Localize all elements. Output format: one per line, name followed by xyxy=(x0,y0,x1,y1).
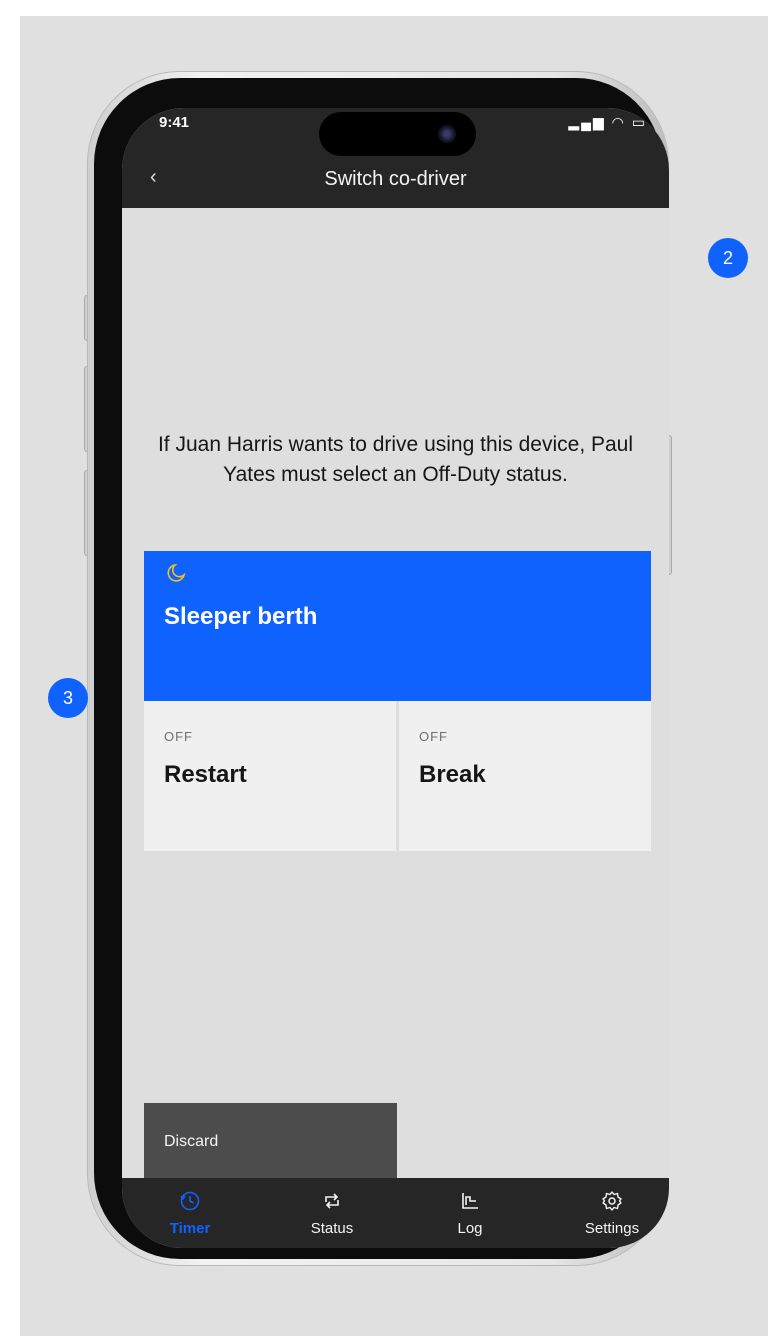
page-title: Switch co-driver xyxy=(324,168,467,190)
wifi-icon: ◠ xyxy=(611,114,626,130)
signal-icon: ▂▄▆ xyxy=(568,114,606,130)
tab-status-label: Status xyxy=(310,1220,354,1237)
log-chart-icon xyxy=(462,1193,478,1209)
camera-icon xyxy=(438,125,456,143)
instruction-text: If Juan Harris wants to drive using this… xyxy=(157,433,634,486)
phone-screen: 9:41 ▂▄▆ ◠ ▭ ‹ Switch co-driver If Juan … xyxy=(122,108,669,1248)
system-icons: ▂▄▆ ◠ ▭ xyxy=(568,114,647,131)
app-header: ‹ Switch co-driver xyxy=(122,156,669,208)
timer-icon xyxy=(180,1191,200,1211)
break-tag: OFF xyxy=(419,729,448,744)
bottom-tab-bar: Timer Status Log Settings xyxy=(122,1178,669,1248)
restart-option[interactable]: OFF Restart xyxy=(144,701,396,851)
discard-label: Discard xyxy=(164,1133,219,1150)
tab-log-label: Log xyxy=(457,1220,483,1237)
break-label: Break xyxy=(419,761,486,788)
battery-icon: ▭ xyxy=(631,114,647,130)
status-time: 9:41 xyxy=(159,114,190,131)
annotation-badge-2: 2 xyxy=(708,238,748,278)
break-option[interactable]: OFF Break xyxy=(399,701,651,851)
gear-icon xyxy=(602,1191,622,1211)
sleeper-berth-label: Sleeper berth xyxy=(164,603,318,630)
switch-arrows-icon xyxy=(325,1193,339,1209)
tab-status[interactable]: Status xyxy=(272,1178,392,1248)
tab-timer-label: Timer xyxy=(169,1220,211,1237)
restart-label: Restart xyxy=(164,761,247,788)
restart-tag: OFF xyxy=(164,729,193,744)
tab-settings[interactable]: Settings xyxy=(552,1178,669,1248)
sleeper-berth-option[interactable]: Sleeper berth xyxy=(144,551,651,701)
tab-timer[interactable]: Timer xyxy=(130,1178,250,1248)
annotation-badge-3: 3 xyxy=(48,678,88,718)
discard-button[interactable]: Discard xyxy=(144,1103,397,1178)
tab-log[interactable]: Log xyxy=(410,1178,530,1248)
moon-icon xyxy=(167,563,186,582)
tab-settings-label: Settings xyxy=(584,1220,640,1237)
